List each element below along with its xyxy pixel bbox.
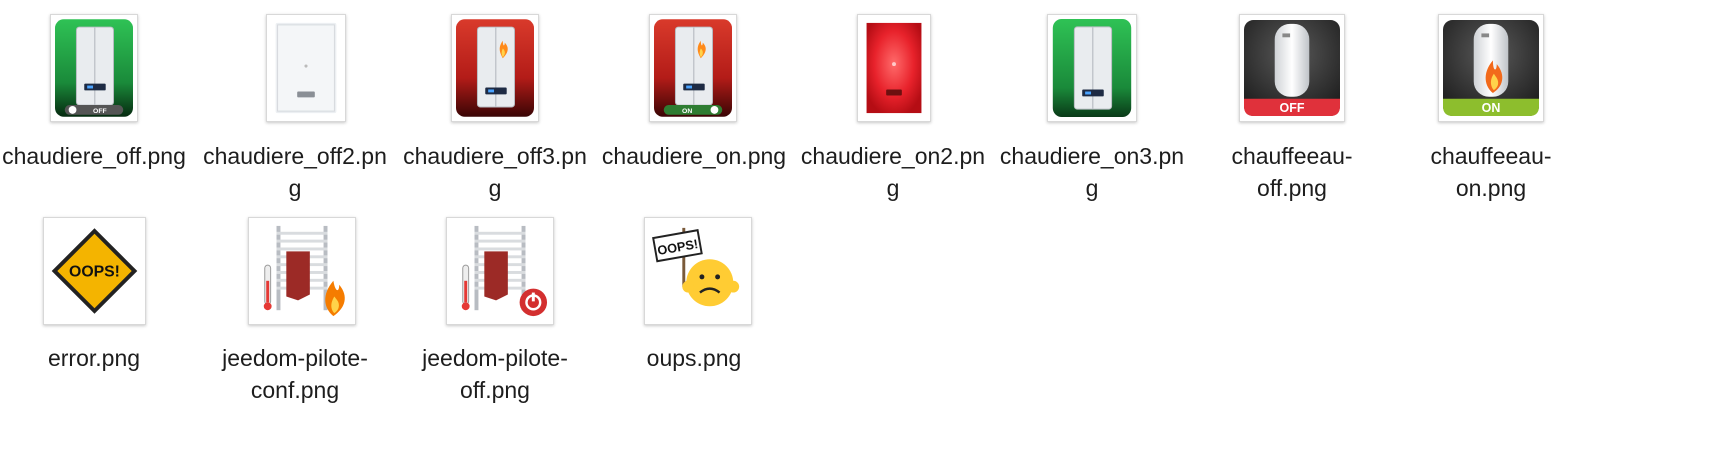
file-name-label[interactable]: chaudiere_on2.pn g	[790, 140, 996, 204]
file-name-label[interactable]: chaudiere_on.png	[591, 140, 797, 172]
file-thumbnail[interactable]	[248, 217, 356, 325]
file-thumbnail[interactable]: OOPS!	[644, 217, 752, 325]
file-thumbnail[interactable]: ON	[1438, 14, 1544, 122]
water-heater-on-icon: ON	[1443, 19, 1539, 117]
file-thumbnail[interactable]	[857, 14, 931, 122]
file-thumbnail[interactable]	[1047, 14, 1137, 122]
file-name-label[interactable]: jeedom-pilote- off.png	[392, 342, 598, 406]
boiler-red-on-icon: ON	[654, 19, 732, 117]
file-thumbnail[interactable]: ON	[649, 14, 737, 122]
svg-text:OFF: OFF	[93, 108, 107, 115]
boiler-white-icon	[271, 19, 341, 117]
boiler-green-off-icon: OFF	[55, 19, 133, 117]
file-name-label[interactable]: oups.png	[591, 342, 797, 374]
file-icon-grid: OFF chaudiere_off.png chaudiere_off2.pn …	[0, 0, 1730, 468]
oops-sad-face-icon: OOPS!	[649, 222, 747, 320]
file-name-label[interactable]: chauffeeau- off.png	[1189, 140, 1395, 204]
boiler-red-glow-icon	[862, 19, 926, 117]
boiler-red-flame-icon	[456, 19, 534, 117]
svg-text:ON: ON	[682, 108, 692, 115]
file-thumbnail[interactable]: OOPS!	[43, 217, 146, 325]
towel-radiator-flame-icon	[253, 222, 351, 320]
svg-text:OFF: OFF	[1280, 101, 1305, 115]
boiler-green-icon	[1052, 19, 1132, 117]
oops-warning-sign-icon: OOPS!	[48, 222, 141, 320]
file-thumbnail[interactable]	[451, 14, 539, 122]
file-name-label[interactable]: chaudiere_off.png	[0, 140, 197, 172]
file-name-label[interactable]: chaudiere_off2.pn g	[192, 140, 398, 204]
file-name-label[interactable]: chauffeeau- on.png	[1388, 140, 1594, 204]
file-name-label[interactable]: jeedom-pilote- conf.png	[192, 342, 398, 406]
water-heater-off-icon: OFF	[1244, 19, 1340, 117]
file-name-label[interactable]: chaudiere_on3.pn g	[989, 140, 1195, 204]
file-name-label[interactable]: error.png	[0, 342, 197, 374]
file-thumbnail[interactable]: OFF	[50, 14, 138, 122]
towel-radiator-power-icon	[451, 222, 549, 320]
file-thumbnail[interactable]	[266, 14, 346, 122]
file-name-label[interactable]: chaudiere_off3.pn g	[392, 140, 598, 204]
svg-text:OOPS!: OOPS!	[69, 264, 120, 281]
file-thumbnail[interactable]: OFF	[1239, 14, 1345, 122]
file-thumbnail[interactable]	[446, 217, 554, 325]
svg-text:ON: ON	[1482, 101, 1501, 115]
